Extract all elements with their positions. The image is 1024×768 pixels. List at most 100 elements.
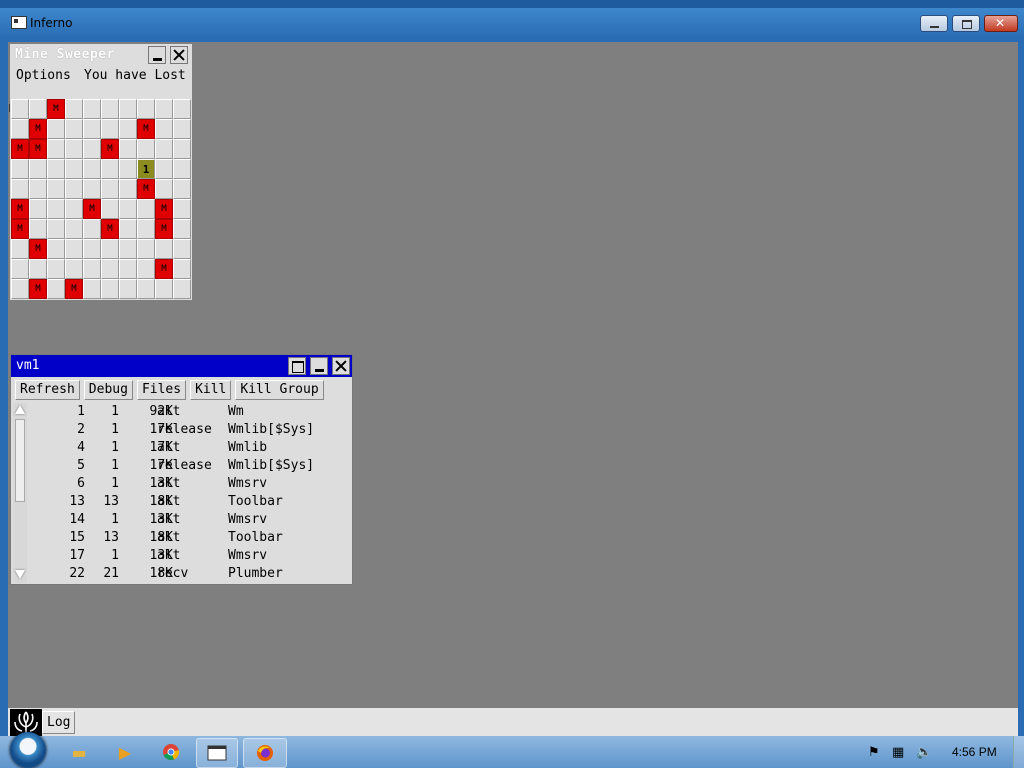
minefield-cell[interactable]: [83, 219, 101, 239]
minefield-cell[interactable]: [47, 139, 65, 159]
mine-cell[interactable]: M: [101, 219, 119, 239]
minefield-cell[interactable]: [155, 279, 173, 299]
minefield-cell[interactable]: [83, 279, 101, 299]
minefield-cell[interactable]: [137, 199, 155, 219]
minefield-cell[interactable]: [65, 239, 83, 259]
minefield-cell[interactable]: [119, 99, 137, 119]
minefield-cell[interactable]: [47, 119, 65, 139]
mine-cell[interactable]: M: [11, 199, 29, 219]
minefield-cell[interactable]: [173, 99, 191, 119]
mine-cell[interactable]: M: [11, 139, 29, 159]
minefield-cell[interactable]: [47, 279, 65, 299]
minefield-cell[interactable]: [101, 199, 119, 219]
chrome-icon[interactable]: [150, 738, 192, 766]
mine-cell[interactable]: M: [137, 119, 155, 139]
process-row[interactable]: 14 1 13K alt Wmsrv: [29, 511, 349, 529]
minefield-cell[interactable]: [11, 119, 29, 139]
minefield-cell[interactable]: [137, 99, 155, 119]
minimize-button[interactable]: [920, 15, 948, 32]
minefield-cell[interactable]: [11, 279, 29, 299]
minefield-cell[interactable]: [137, 239, 155, 259]
minefield-cell[interactable]: [155, 239, 173, 259]
minefield-cell[interactable]: [47, 179, 65, 199]
close-button[interactable]: [984, 15, 1018, 32]
minefield-cell[interactable]: [65, 99, 83, 119]
process-row[interactable]: 22 21 18K recv Plumber: [29, 565, 349, 583]
minefield-cell[interactable]: [155, 179, 173, 199]
minefield-cell[interactable]: [65, 159, 83, 179]
minefield-cell[interactable]: [173, 179, 191, 199]
minefield-cell[interactable]: [155, 159, 173, 179]
process-row[interactable]: 17 1 13K alt Wmsrv: [29, 547, 349, 565]
minefield-cell[interactable]: [101, 279, 119, 299]
minefield-cell[interactable]: [119, 139, 137, 159]
minefield-cell[interactable]: [173, 219, 191, 239]
minefield-cell[interactable]: [83, 239, 101, 259]
minefield-cell[interactable]: [83, 139, 101, 159]
minefield-cell[interactable]: [119, 219, 137, 239]
start-button[interactable]: [10, 732, 46, 768]
minefield-cell[interactable]: [65, 119, 83, 139]
minefield-cell[interactable]: [173, 139, 191, 159]
minefield-cell[interactable]: [173, 119, 191, 139]
minesweeper-close-button[interactable]: [170, 46, 188, 64]
mine-cell[interactable]: M: [11, 219, 29, 239]
mine-cell[interactable]: M: [29, 139, 47, 159]
kill-button[interactable]: Kill: [190, 380, 232, 400]
minefield-cell[interactable]: [101, 99, 119, 119]
minefield-cell[interactable]: [137, 139, 155, 159]
clock[interactable]: 4:56 PM: [952, 745, 997, 759]
minefield-cell[interactable]: [83, 179, 101, 199]
minefield-cell[interactable]: [137, 219, 155, 239]
minefield-cell[interactable]: [29, 159, 47, 179]
process-row[interactable]: 13 13 18K alt Toolbar: [29, 493, 349, 511]
minefield-cell[interactable]: [29, 179, 47, 199]
mine-cell[interactable]: M: [155, 219, 173, 239]
minefield-cell[interactable]: [101, 159, 119, 179]
minefield-cell[interactable]: [173, 199, 191, 219]
mine-cell[interactable]: M: [155, 259, 173, 279]
minefield-cell[interactable]: [11, 259, 29, 279]
vm1-minimize-button[interactable]: [310, 357, 328, 375]
mine-cell[interactable]: M: [83, 199, 101, 219]
minefield-cell[interactable]: [173, 259, 191, 279]
minefield-cell[interactable]: [29, 219, 47, 239]
mine-cell[interactable]: M: [29, 279, 47, 299]
minefield-cell[interactable]: [101, 239, 119, 259]
files-button[interactable]: Files: [136, 380, 187, 400]
mine-cell[interactable]: M: [155, 199, 173, 219]
process-row[interactable]: 6 1 13K alt Wmsrv: [29, 475, 349, 493]
media-player-icon[interactable]: ▶: [104, 738, 146, 766]
minefield-cell[interactable]: [173, 239, 191, 259]
minefield-cell[interactable]: [83, 99, 101, 119]
minefield-cell[interactable]: [101, 179, 119, 199]
process-row[interactable]: 1 1 92K alt Wm: [29, 403, 349, 421]
firefox-icon[interactable]: [243, 738, 287, 768]
minefield-cell[interactable]: [47, 159, 65, 179]
minefield-cell[interactable]: [29, 259, 47, 279]
process-row[interactable]: 2 1 17K release Wmlib[$Sys]: [29, 421, 349, 439]
minefield-cell[interactable]: [155, 99, 173, 119]
minefield-cell[interactable]: [83, 119, 101, 139]
process-list-scrollbar[interactable]: [13, 403, 27, 583]
minefield-cell[interactable]: [119, 259, 137, 279]
number-cell[interactable]: 1: [137, 159, 155, 179]
mine-cell[interactable]: M: [29, 239, 47, 259]
minefield-cell[interactable]: [11, 159, 29, 179]
network-icon[interactable]: ▦: [892, 745, 904, 760]
options-menu[interactable]: Options: [16, 68, 71, 83]
volume-icon[interactable]: 🔈: [916, 745, 932, 760]
log-button[interactable]: Log: [42, 711, 76, 734]
process-row[interactable]: 15 13 18K alt Toolbar: [29, 529, 349, 547]
scroll-up-arrow-icon[interactable]: [13, 403, 27, 417]
minefield-cell[interactable]: [47, 259, 65, 279]
minefield-cell[interactable]: [119, 159, 137, 179]
vm1-titlebar[interactable]: vm1: [11, 355, 352, 377]
kill-group-button[interactable]: Kill Group: [235, 380, 324, 400]
minefield-cell[interactable]: [65, 259, 83, 279]
minefield-cell[interactable]: [119, 199, 137, 219]
action-center-flag-icon[interactable]: ⚑: [868, 745, 880, 760]
minefield-cell[interactable]: [137, 259, 155, 279]
minefield-cell[interactable]: [173, 159, 191, 179]
minefield-cell[interactable]: [83, 159, 101, 179]
